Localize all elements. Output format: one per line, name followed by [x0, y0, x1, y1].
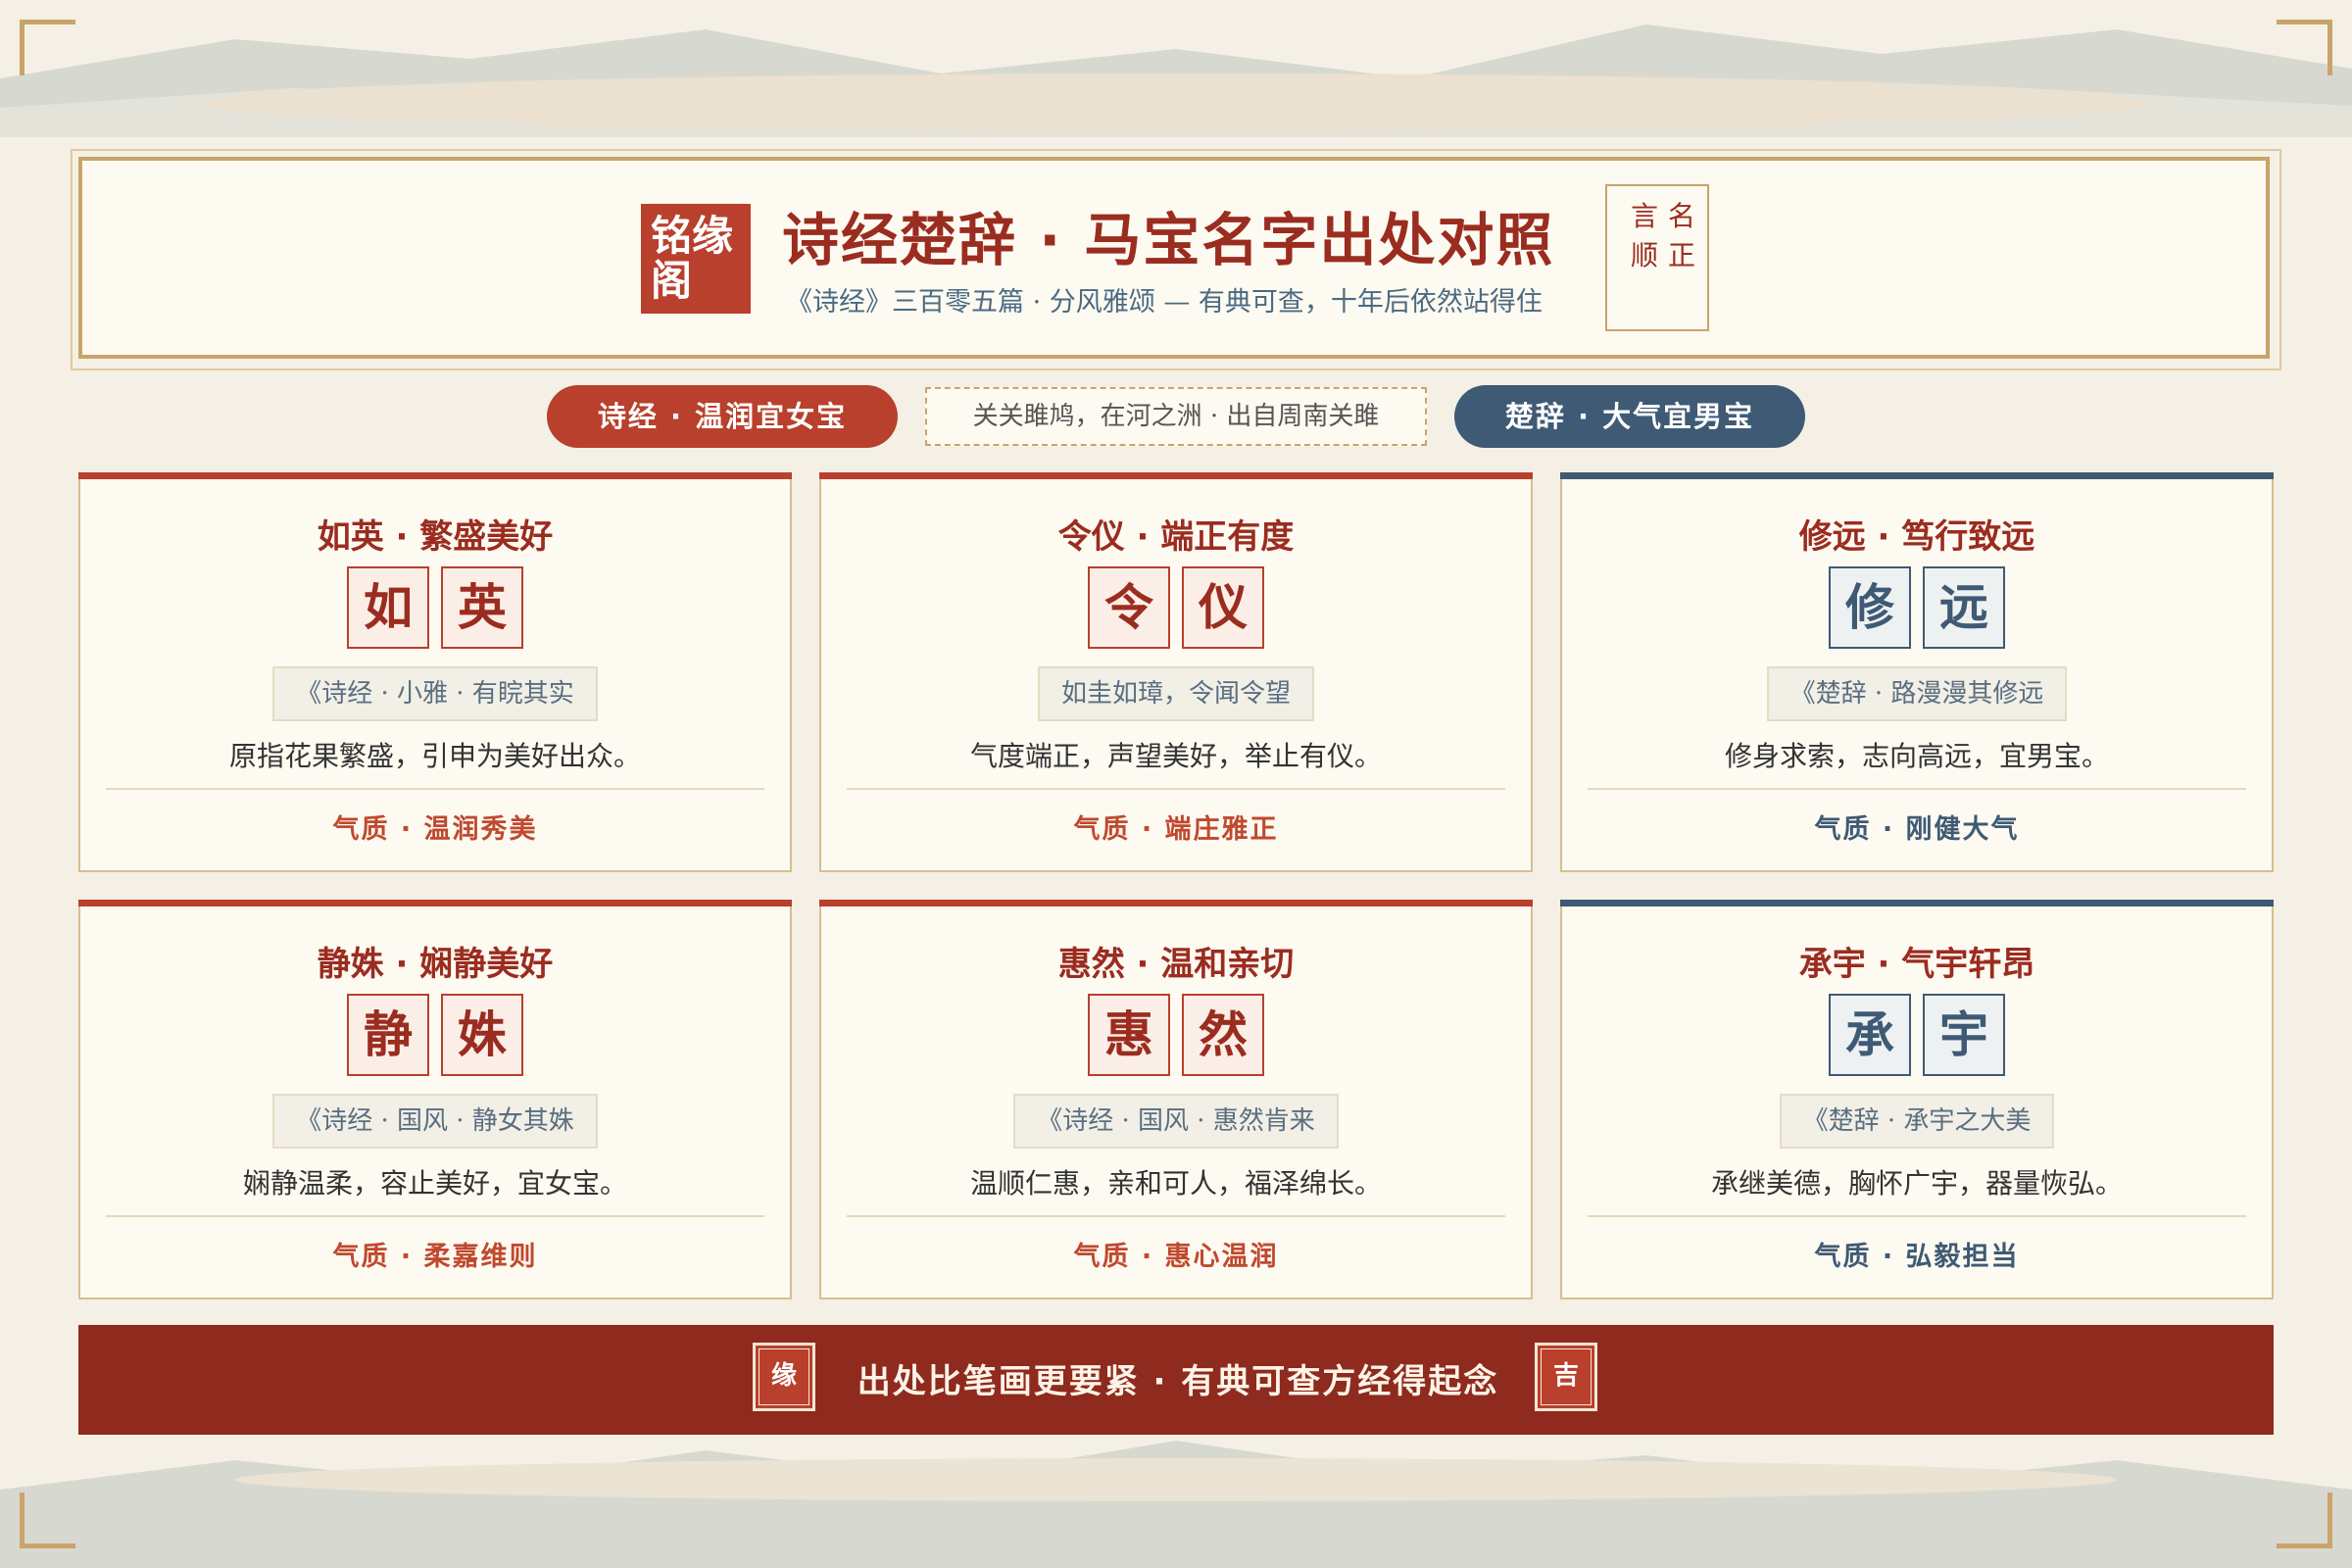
name-char: 姝 — [441, 994, 523, 1076]
card-temperament: 气质 · 温润秀美 — [332, 814, 538, 845]
corner-ornament-bottom-left — [20, 1493, 75, 1548]
card-divider — [106, 788, 764, 790]
source-citation: 《楚辞 · 路漫漫其修远 — [1766, 666, 2068, 721]
name-card-huiran[interactable]: 惠然 · 温和亲切 惠然 《诗经 · 国风 · 惠然肯来 温顺仁惠，亲和可人，福… — [819, 900, 1533, 1299]
card-meaning: 承继美德，胸怀广宇，器量恢弘。 — [1710, 1167, 2123, 1200]
name-char: 英 — [441, 566, 523, 649]
source-citation: 《诗经 · 国风 · 惠然肯来 — [1013, 1094, 1339, 1149]
name-char: 静 — [347, 994, 429, 1076]
page-subtitle: 《诗经》三百零五篇 · 分风雅颂 — 有典可查，十年后依然站得住 — [786, 287, 1543, 318]
card-title: 令仪 · 端正有度 — [1057, 517, 1295, 557]
footer-stamp-left: 缘 — [753, 1343, 815, 1411]
corner-ornament-top-left — [20, 20, 75, 75]
motto-stamp: 言 名 顺 正 — [1605, 184, 1709, 331]
name-char: 惠 — [1088, 994, 1170, 1076]
motto-char: 名 — [1668, 200, 1696, 232]
card-accent-bar — [78, 900, 792, 906]
card-divider — [106, 1215, 764, 1217]
card-accent-bar — [1560, 900, 2274, 906]
card-meaning: 温顺仁惠，亲和可人，福泽绵长。 — [969, 1167, 1382, 1200]
name-card-lingyi[interactable]: 令仪 · 端正有度 令仪 如圭如璋，令闻令望 气度端正，声望美好，举止有仪。 气… — [819, 472, 1533, 872]
name-char: 仪 — [1182, 566, 1264, 649]
footer-stamp-right: 吉 — [1535, 1343, 1597, 1411]
name-char: 修 — [1829, 566, 1911, 649]
corner-ornament-bottom-right — [2277, 1493, 2332, 1548]
tab-shijing[interactable]: 诗经 · 温润宜女宝 — [547, 385, 898, 448]
card-divider — [1588, 1215, 2246, 1217]
motto-char: 顺 — [1631, 239, 1659, 271]
brand-seal-logo: 铭缘阁 — [641, 204, 751, 314]
card-title: 修远 · 笃行致远 — [1798, 517, 2035, 557]
motto-char: 正 — [1668, 239, 1696, 271]
card-meaning: 娴静温柔，容止美好，宜女宝。 — [242, 1167, 627, 1200]
card-accent-bar — [819, 900, 1533, 906]
card-title: 惠然 · 温和亲切 — [1057, 945, 1295, 984]
card-temperament: 气质 · 柔嘉维则 — [332, 1242, 538, 1272]
card-meaning: 原指花果繁盛，引申为美好出众。 — [228, 740, 641, 772]
card-title: 承宇 · 气宇轩昂 — [1798, 945, 2035, 984]
card-temperament: 气质 · 弘毅担当 — [1814, 1242, 2020, 1272]
card-divider — [847, 788, 1505, 790]
name-char: 然 — [1182, 994, 1264, 1076]
card-accent-bar — [1560, 472, 2274, 479]
corner-ornament-top-right — [2277, 20, 2332, 75]
name-card-xiuyuan[interactable]: 修远 · 笃行致远 修远 《楚辞 · 路漫漫其修远 修身求索，志向高远，宜男宝。… — [1560, 472, 2274, 872]
name-char: 令 — [1088, 566, 1170, 649]
name-char: 如 — [347, 566, 429, 649]
featured-quote: 关关雎鸠，在河之洲 · 出自周南关雎 — [925, 387, 1427, 446]
source-citation: 《诗经 · 小雅 · 有睆其实 — [272, 666, 598, 721]
motto-char: 言 — [1631, 200, 1659, 232]
name-card-jingshu[interactable]: 静姝 · 娴静美好 静姝 《诗经 · 国风 · 静女其姝 娴静温柔，容止美好，宜… — [78, 900, 792, 1299]
name-card-ruying[interactable]: 如英 · 繁盛美好 如英 《诗经 · 小雅 · 有睆其实 原指花果繁盛，引申为美… — [78, 472, 792, 872]
name-char: 宇 — [1923, 994, 2005, 1076]
source-citation: 如圭如璋，令闻令望 — [1037, 666, 1314, 721]
card-accent-bar — [78, 472, 792, 479]
source-citation: 《诗经 · 国风 · 静女其姝 — [272, 1094, 598, 1149]
name-char: 承 — [1829, 994, 1911, 1076]
card-temperament: 气质 · 刚健大气 — [1814, 814, 2020, 845]
card-divider — [847, 1215, 1505, 1217]
page-title: 诗经楚辞 · 马宝名字出处对照 — [782, 207, 1555, 273]
card-accent-bar — [819, 472, 1533, 479]
card-temperament: 气质 · 端庄雅正 — [1073, 814, 1279, 845]
footer-slogan: 出处比笔画更要紧 · 有典可查方经得起念 — [857, 1362, 1499, 1401]
card-title: 静姝 · 娴静美好 — [317, 945, 554, 984]
card-temperament: 气质 · 惠心温润 — [1073, 1242, 1279, 1272]
tab-chuci[interactable]: 楚辞 · 大气宜男宝 — [1454, 385, 1805, 448]
card-title: 如英 · 繁盛美好 — [317, 517, 554, 557]
name-char: 远 — [1923, 566, 2005, 649]
card-meaning: 修身求索，志向高远，宜男宝。 — [1724, 740, 2109, 772]
card-divider — [1588, 788, 2246, 790]
name-card-chengyu[interactable]: 承宇 · 气宇轩昂 承宇 《楚辞 · 承宇之大美 承继美德，胸怀广宇，器量恢弘。… — [1560, 900, 2274, 1299]
source-citation: 《楚辞 · 承宇之大美 — [1779, 1094, 2055, 1149]
card-meaning: 气度端正，声望美好，举止有仪。 — [969, 740, 1382, 772]
